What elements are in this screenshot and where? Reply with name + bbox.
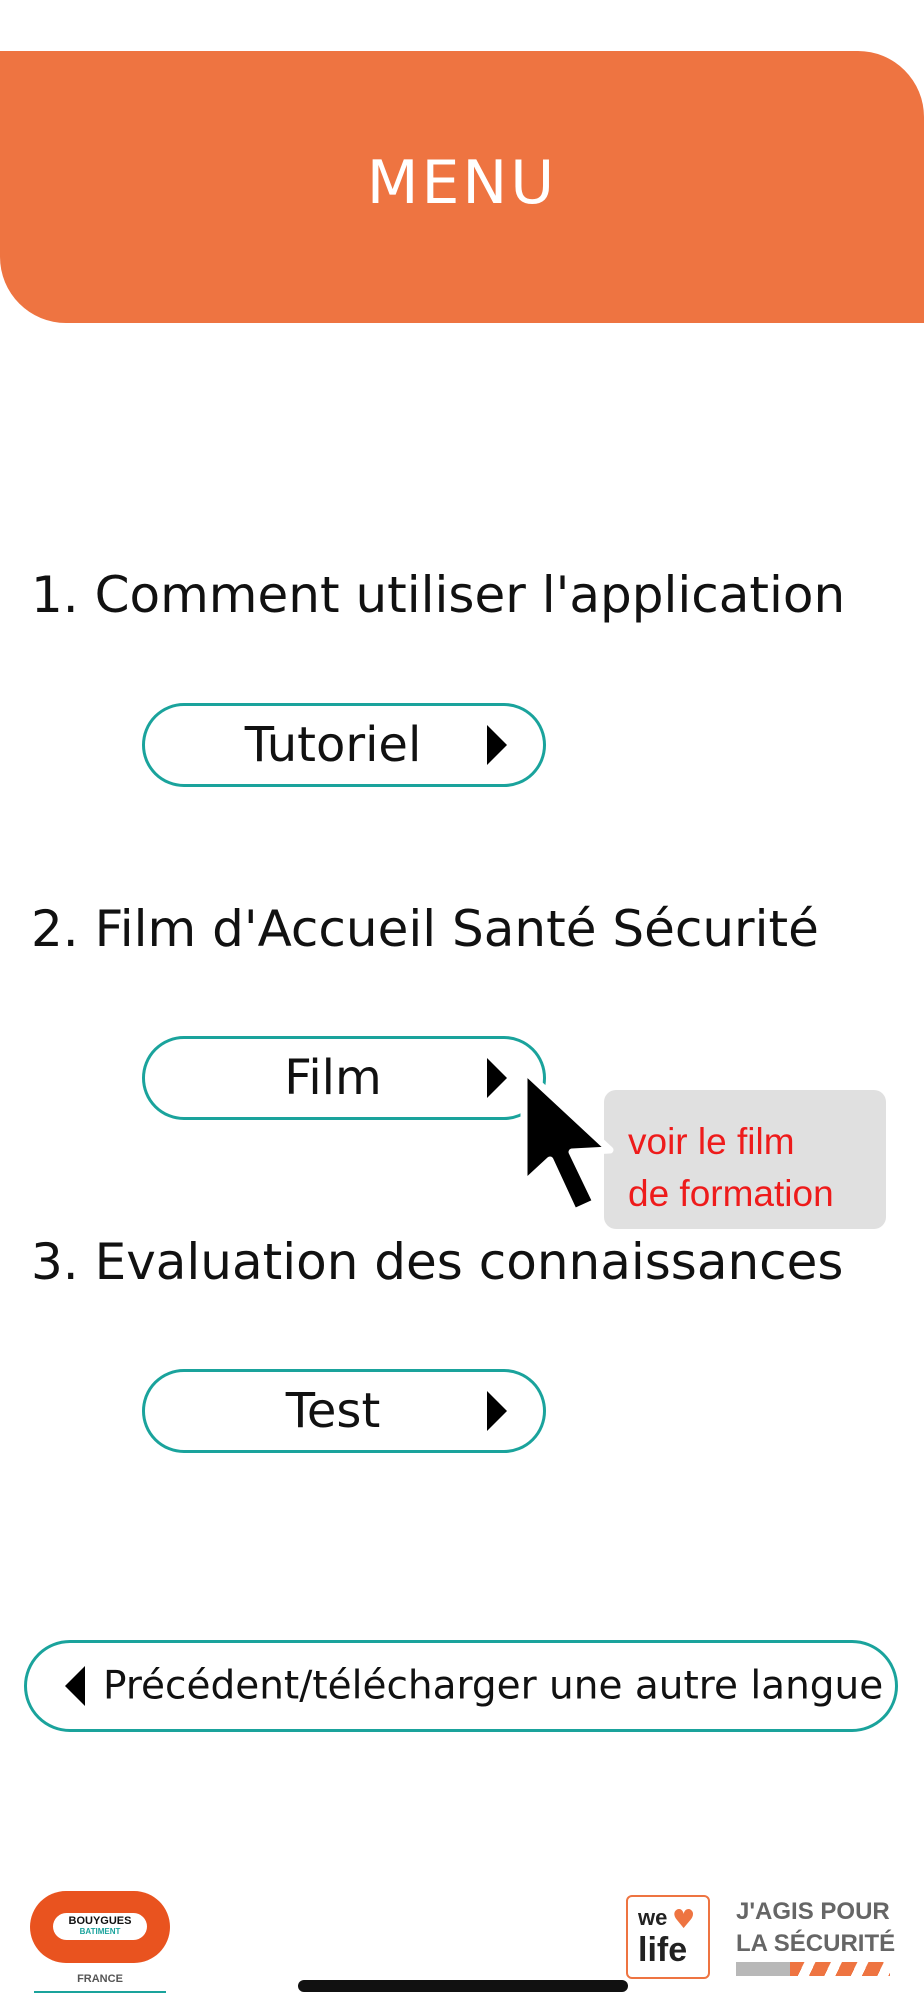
tutoriel-button[interactable]: Tutoriel xyxy=(142,703,546,787)
bouygues-logo-name: BOUYGUES xyxy=(68,1915,132,1927)
back-icon xyxy=(65,1666,85,1706)
section-title-film: 2. Film d'Accueil Santé Sécurité xyxy=(31,900,819,958)
back-button-label: Précédent/télécharger une autre langue xyxy=(103,1663,884,1709)
welife-logo: we ♥ life xyxy=(626,1895,710,1979)
menu-header: MENU xyxy=(0,51,924,323)
bouygues-logo-sub: BATIMENT xyxy=(79,1927,121,1936)
hazard-stripes-grey-segment xyxy=(736,1962,790,1976)
back-download-language-button[interactable]: Précédent/télécharger une autre langue xyxy=(24,1640,898,1732)
agis-line-2: LA SÉCURITÉ xyxy=(736,1930,896,1957)
tutoriel-button-label: Tutoriel xyxy=(244,717,422,773)
play-icon xyxy=(487,725,507,765)
play-icon xyxy=(487,1058,507,1098)
film-button[interactable]: Film xyxy=(142,1036,546,1120)
agis-line-1: J'AGIS POUR xyxy=(736,1898,890,1925)
agis-securite-logo: J'AGIS POUR LA SÉCURITÉ xyxy=(736,1896,895,1960)
test-button-label: Test xyxy=(285,1383,381,1439)
test-button[interactable]: Test xyxy=(142,1369,546,1453)
heart-icon: ♥ xyxy=(672,1905,696,1935)
bouygues-logo-inner: BOUYGUES BATIMENT xyxy=(53,1913,147,1940)
welife-logo-we: we xyxy=(638,1905,668,1930)
bouygues-logo-oval: BOUYGUES BATIMENT xyxy=(30,1891,170,1963)
tooltip-line-1: voir le film xyxy=(628,1121,795,1162)
hint-tooltip: voir le film de formation xyxy=(604,1090,886,1229)
cursor-arrow-icon xyxy=(520,1066,614,1216)
menu-screen: MENU 1. Comment utiliser l'application T… xyxy=(0,0,924,2000)
home-indicator[interactable] xyxy=(298,1980,628,1992)
welife-logo-life: life xyxy=(638,1931,688,1969)
section-title-test: 3. Evaluation des connaissances xyxy=(31,1233,844,1291)
tooltip-line-2: de formation xyxy=(628,1173,834,1214)
page-title: MENU xyxy=(366,148,558,218)
section-title-tutorial: 1. Comment utiliser l'application xyxy=(31,566,846,624)
film-button-label: Film xyxy=(284,1050,382,1106)
play-icon xyxy=(487,1391,507,1431)
bouygues-logo-underline xyxy=(34,1991,166,1993)
bouygues-logo-country: FRANCE xyxy=(77,1973,123,1985)
bouygues-logo: BOUYGUES BATIMENT FRANCE xyxy=(30,1891,170,2000)
